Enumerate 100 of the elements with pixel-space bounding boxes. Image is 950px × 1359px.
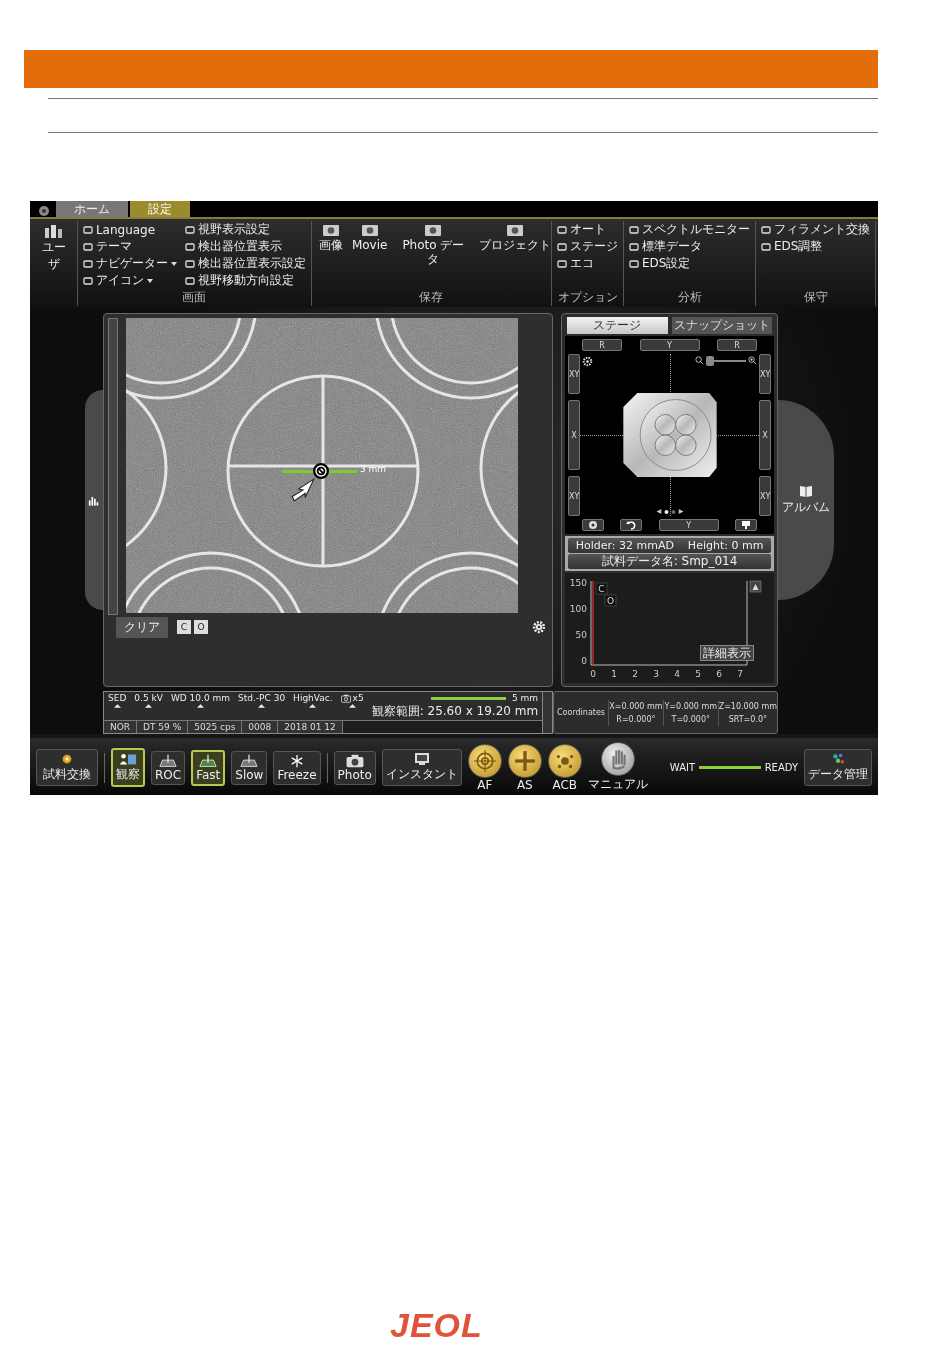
ribbon-button[interactable]: オート (556, 221, 619, 238)
detail-button[interactable]: 詳細表示 (700, 645, 754, 661)
ribbon-button[interactable]: プロジェクト (476, 221, 555, 253)
auto-adjust-button[interactable] (600, 742, 635, 776)
ribbon-button[interactable]: エコ (556, 255, 619, 272)
capture-button[interactable] (582, 519, 604, 531)
scan-mode-button[interactable]: 観察 (111, 748, 145, 787)
ribbon-button[interactable]: フィラメント交換 (760, 221, 871, 238)
stage-button[interactable]: X (759, 400, 771, 470)
book-icon (799, 484, 813, 497)
ribbon-button[interactable]: Language (81, 221, 178, 238)
holder-info: Holder: 32 mmAD Height: 0 mm (568, 538, 771, 553)
stage-button[interactable]: R (717, 339, 757, 351)
status-cell: NOR (104, 721, 138, 733)
scale-bar-label: 5 mm (512, 693, 539, 703)
capture-button[interactable]: Photo (333, 750, 376, 785)
window-icon (82, 275, 93, 286)
window-icon (184, 275, 195, 286)
scan-mode-button[interactable]: Slow (231, 750, 268, 785)
window-icon (184, 258, 195, 269)
ribbon-button[interactable]: 検出器位置表示設定 (183, 255, 307, 272)
target-icon (588, 520, 598, 530)
auto-adjust-button[interactable] (507, 743, 542, 778)
clear-button[interactable]: クリア (116, 616, 168, 638)
stage-button[interactable]: XY (568, 354, 580, 394)
capture-button[interactable]: インスタント (381, 749, 462, 786)
menu-arrow-icon[interactable] (196, 704, 204, 708)
stage-button[interactable]: Y (639, 339, 700, 351)
group-title: オプション (557, 289, 618, 306)
previous-icon[interactable] (656, 509, 661, 514)
axis-tick-label: 4 (674, 669, 680, 679)
image-icon (119, 752, 137, 766)
element-button[interactable]: C (177, 620, 191, 634)
ribbon-button[interactable]: 検出器位置表示 (183, 238, 307, 255)
data-management-button[interactable]: データ管理 (804, 749, 872, 786)
stage-button[interactable]: XY (568, 476, 580, 516)
plus-icon (513, 749, 536, 772)
peak-label: C (595, 582, 608, 595)
element-button[interactable]: O (194, 620, 208, 634)
status-value: 0.5 kV (134, 693, 163, 703)
ribbon-button[interactable]: アイコン (81, 272, 178, 289)
zoom-out-icon[interactable] (695, 356, 704, 365)
auto-adjust-label: AF (477, 777, 493, 792)
stage-button[interactable]: XY (759, 476, 771, 516)
page-dot[interactable] (664, 509, 668, 514)
zoom-in-icon[interactable] (748, 356, 757, 365)
ribbon-button[interactable]: EDS設定 (628, 255, 751, 272)
exchange-button[interactable] (735, 519, 757, 531)
ribbon-button[interactable]: 視野移動方向設定 (183, 272, 307, 289)
user-button[interactable]: ユーザ (32, 221, 78, 306)
ribbon-button[interactable]: 標準データ (628, 238, 751, 255)
page-dot[interactable] (671, 509, 675, 514)
group-title: 保存 (419, 289, 444, 306)
next-icon[interactable] (678, 509, 683, 514)
ribbon-tab[interactable]: ホーム (56, 201, 128, 217)
ribbon-button[interactable]: スペクトルモニター (628, 221, 751, 238)
logo: JEOL (390, 1306, 483, 1345)
coordinate-value: Z=10.000 mm (717, 699, 777, 713)
scan-mode-button[interactable]: ROC (151, 750, 186, 785)
axis-tick-label: 0 (581, 656, 587, 666)
auto-adjust-button[interactable] (547, 743, 582, 778)
menu-arrow-icon[interactable] (113, 704, 121, 708)
scan-icon (159, 753, 178, 768)
undo-button[interactable] (620, 519, 643, 531)
status-cell: 2018 01 12 (278, 721, 343, 733)
camera-icon (320, 222, 341, 238)
scan-mode-button[interactable]: Fast (191, 749, 226, 786)
status-cell: 0008 (242, 721, 279, 733)
stage-button[interactable]: X (568, 400, 580, 470)
sample-exchange-button[interactable]: 試料交換 (36, 749, 98, 786)
panel-tab[interactable]: ステージ (567, 317, 668, 334)
ribbon-button[interactable]: テーマ (81, 238, 178, 255)
menu-arrow-icon[interactable] (258, 704, 266, 708)
auto-adjust-button[interactable] (467, 743, 502, 778)
menu-arrow-icon[interactable] (309, 704, 317, 708)
coordinate-value: X=0.000 mm (608, 699, 663, 713)
scan-mode-button[interactable]: Freeze (273, 750, 321, 785)
stage-button[interactable]: XY (759, 354, 771, 394)
peak-label: O (604, 594, 617, 607)
settings-icon[interactable] (582, 356, 593, 367)
settings-icon[interactable] (532, 620, 546, 634)
menu-arrow-icon[interactable] (145, 704, 153, 708)
stage-button[interactable]: Y (658, 519, 719, 531)
panel-tab[interactable]: スナップショット (671, 317, 772, 334)
ribbon-button[interactable]: EDS調整 (760, 238, 871, 255)
ribbon-button[interactable]: ステージ (556, 238, 619, 255)
album-tab[interactable]: アルバム (778, 400, 834, 600)
ribbon-button[interactable]: 画像 (315, 221, 346, 253)
expand-icon[interactable] (749, 580, 762, 593)
window-icon (184, 224, 195, 235)
stage-button[interactable]: R (582, 339, 622, 351)
ribbon-button[interactable]: ナビゲーター (81, 255, 178, 272)
ribbon-button[interactable]: 視野表示設定 (183, 221, 307, 238)
ribbon-button[interactable]: Movie (348, 221, 391, 253)
menu-arrow-icon[interactable] (348, 704, 356, 708)
window-icon (557, 241, 567, 252)
window-icon (82, 241, 93, 252)
ribbon-button[interactable]: Photo データ (393, 221, 474, 267)
caret-icon (146, 278, 153, 283)
scan-icon (240, 753, 259, 768)
